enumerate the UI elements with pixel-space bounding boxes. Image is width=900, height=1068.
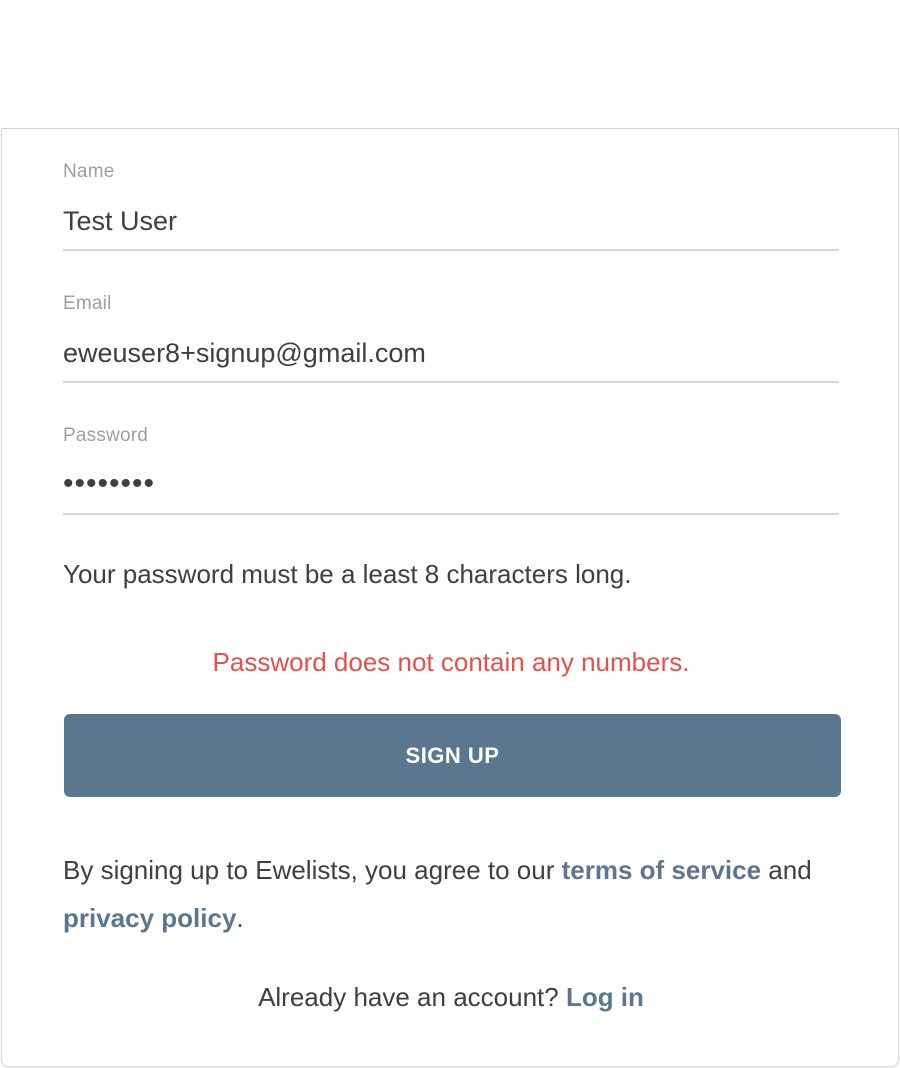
password-input[interactable] <box>63 465 839 503</box>
email-label: Email <box>63 293 112 314</box>
privacy-policy-link[interactable]: privacy policy <box>63 903 236 933</box>
top-bar <box>0 0 900 128</box>
login-prompt-text: Already have an account? <box>258 982 566 1012</box>
login-prompt: Already have an account? Log in <box>2 982 900 1013</box>
password-hint: Your password must be a least 8 characte… <box>63 559 632 589</box>
terms-of-service-link[interactable]: terms of service <box>562 855 761 885</box>
sign-up-button[interactable]: SIGN UP <box>64 714 841 797</box>
password-error-message: Password does not contain any numbers. <box>212 647 690 677</box>
email-input[interactable] <box>63 335 839 371</box>
signup-card: Name Email Password Your password must b… <box>1 128 899 1067</box>
agreement-middle: and <box>761 855 812 885</box>
name-field-underline <box>63 195 839 251</box>
email-field-underline <box>63 327 839 383</box>
password-label: Password <box>63 425 149 446</box>
log-in-link[interactable]: Log in <box>566 982 644 1012</box>
password-field-underline <box>63 459 839 515</box>
terms-agreement-text: By signing up to Ewelists, you agree to … <box>63 846 853 942</box>
name-label: Name <box>63 161 115 182</box>
agreement-prefix: By signing up to Ewelists, you agree to … <box>63 855 562 885</box>
name-input[interactable] <box>63 203 839 239</box>
agreement-suffix: . <box>236 903 244 933</box>
